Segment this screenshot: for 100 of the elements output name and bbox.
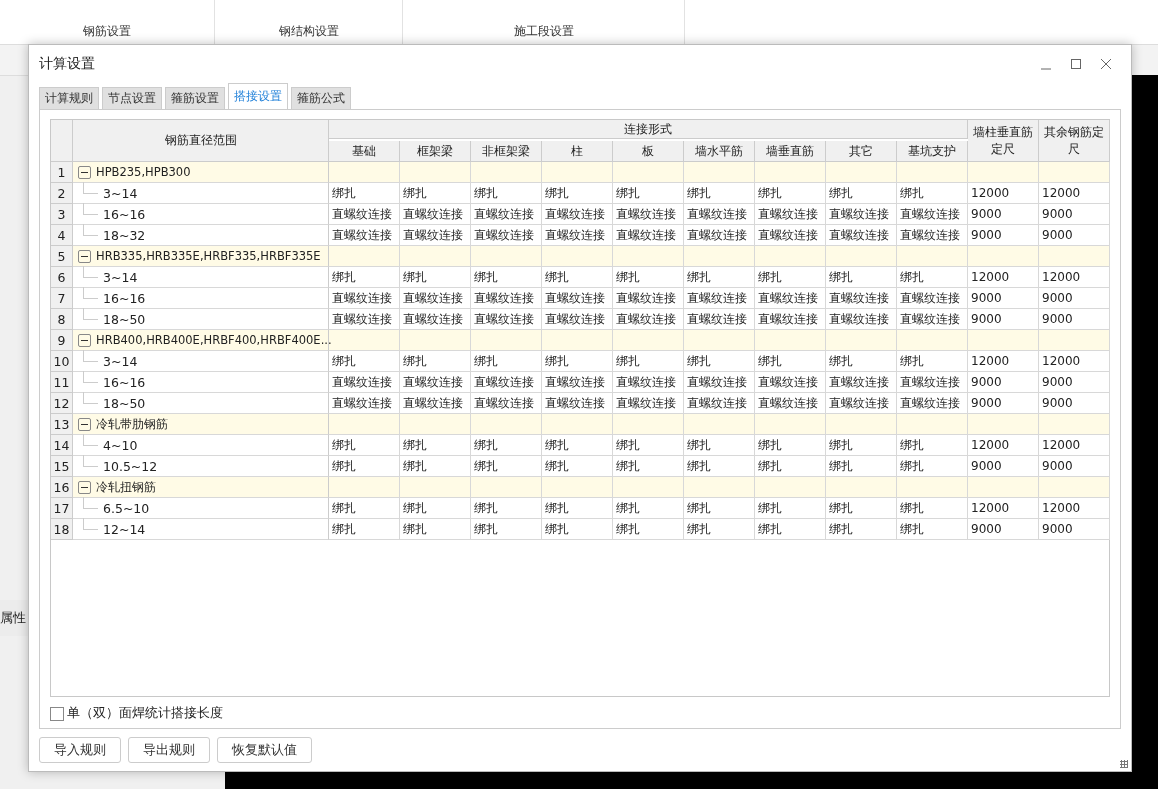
table-cell: 直螺纹连接 [684,288,755,309]
table-cell: 直螺纹连接 [329,393,400,414]
tab[interactable]: 搭接设置 [228,83,288,109]
column-header: 钢筋直径范围 [73,120,329,162]
dialog-button[interactable]: 导入规则 [39,737,121,763]
table-cell: 绑扎 [542,435,613,456]
row-number: 11 [51,372,73,393]
table-cell: 绑扎 [684,351,755,372]
table-cell: 直螺纹连接 [755,288,826,309]
table-cell: 直螺纹连接 [329,372,400,393]
range-cell: 12~14 [103,521,146,537]
table-cell: 直螺纹连接 [897,393,968,414]
row-number: 1 [51,162,73,183]
table-cell: 绑扎 [897,519,968,540]
table-cell: 绑扎 [400,351,471,372]
table-cell: 绑扎 [613,435,684,456]
ribbon-group-label: 钢结构设置 [278,23,339,40]
table-cell: 直螺纹连接 [826,288,897,309]
table-cell: 直螺纹连接 [826,372,897,393]
table-cell: 直螺纹连接 [684,204,755,225]
table-cell: 直螺纹连接 [542,393,613,414]
table-cell: 直螺纹连接 [400,372,471,393]
table-cell: 直螺纹连接 [826,204,897,225]
table-cell: 直螺纹连接 [542,225,613,246]
table-cell: 绑扎 [329,267,400,288]
resize-grip-icon[interactable] [1120,760,1128,768]
row-number: 15 [51,456,73,477]
table-cell: 直螺纹连接 [542,288,613,309]
table-cell: 绑扎 [684,519,755,540]
collapse-icon[interactable] [78,333,91,347]
table-cell: 绑扎 [755,435,826,456]
table-cell: 直螺纹连接 [471,309,542,330]
table-cell: 直螺纹连接 [684,393,755,414]
table-cell: 直螺纹连接 [826,225,897,246]
table-cell: 直螺纹连接 [400,225,471,246]
table-cell: 绑扎 [400,519,471,540]
range-cell: 6.5~10 [103,500,150,516]
table-cell: 12000 [1039,498,1110,519]
table-cell: 绑扎 [613,519,684,540]
row-number: 14 [51,435,73,456]
window-title: 计算设置 [39,55,96,73]
table-cell: 直螺纹连接 [684,372,755,393]
table-cell: 直螺纹连接 [897,288,968,309]
table-cell: 绑扎 [826,519,897,540]
table-cell: 9000 [968,393,1039,414]
range-cell: 10.5~12 [103,458,158,474]
tab[interactable]: 箍筋设置 [165,87,225,109]
group-label: HPB235,HPB300 [96,165,191,179]
table-cell: 绑扎 [613,456,684,477]
table-cell: 直螺纹连接 [755,309,826,330]
table-cell: 直螺纹连接 [400,393,471,414]
dialog-button[interactable]: 恢复默认值 [217,737,312,763]
table-cell: 绑扎 [400,183,471,204]
table-cell: 9000 [1039,372,1110,393]
collapse-icon[interactable] [78,417,91,431]
table-cell: 绑扎 [897,351,968,372]
collapse-icon[interactable] [78,165,91,179]
table-cell: 9000 [968,225,1039,246]
table-cell: 直螺纹连接 [826,309,897,330]
table-cell: 9000 [968,519,1039,540]
group-label: HRB335,HRB335E,HRBF335,HRBF335E [96,249,321,263]
row-number: 2 [51,183,73,204]
table-cell: 绑扎 [826,351,897,372]
table-cell: 直螺纹连接 [329,225,400,246]
collapse-icon[interactable] [78,249,91,263]
column-header: 其它 [826,141,897,162]
ribbon-group-label: 钢筋设置 [83,23,131,40]
row-number: 17 [51,498,73,519]
table-cell: 绑扎 [826,435,897,456]
table-cell: 9000 [1039,309,1110,330]
table-cell: 9000 [1039,456,1110,477]
tab[interactable]: 节点设置 [102,87,162,109]
column-header: 其余钢筋定尺 [1039,120,1110,162]
table-cell: 绑扎 [684,456,755,477]
tab[interactable]: 箍筋公式 [291,87,351,109]
range-cell: 16~16 [103,206,146,222]
table-cell: 直螺纹连接 [471,393,542,414]
range-cell: 16~16 [103,374,146,390]
table-cell: 绑扎 [897,435,968,456]
collapse-icon[interactable] [78,480,91,494]
dialog-button[interactable]: 导出规则 [128,737,210,763]
group-label: HRB400,HRB400E,HRBF400,HRBF400E... [96,333,332,347]
table-cell: 绑扎 [826,183,897,204]
table-cell: 绑扎 [826,456,897,477]
table-cell: 12000 [1039,351,1110,372]
table-cell: 12000 [968,183,1039,204]
table-cell: 12000 [968,498,1039,519]
table-cell: 直螺纹连接 [613,309,684,330]
row-number: 7 [51,288,73,309]
table-cell: 12000 [968,351,1039,372]
column-header: 板 [613,141,684,162]
group-label: 冷轧扭钢筋 [96,479,156,495]
table-cell: 直螺纹连接 [471,225,542,246]
table-cell: 绑扎 [471,351,542,372]
table-cell: 绑扎 [826,267,897,288]
row-number: 6 [51,267,73,288]
checkbox[interactable] [50,706,64,721]
table-cell: 直螺纹连接 [471,204,542,225]
range-cell: 18~50 [103,395,146,411]
tab[interactable]: 计算规则 [39,87,99,109]
